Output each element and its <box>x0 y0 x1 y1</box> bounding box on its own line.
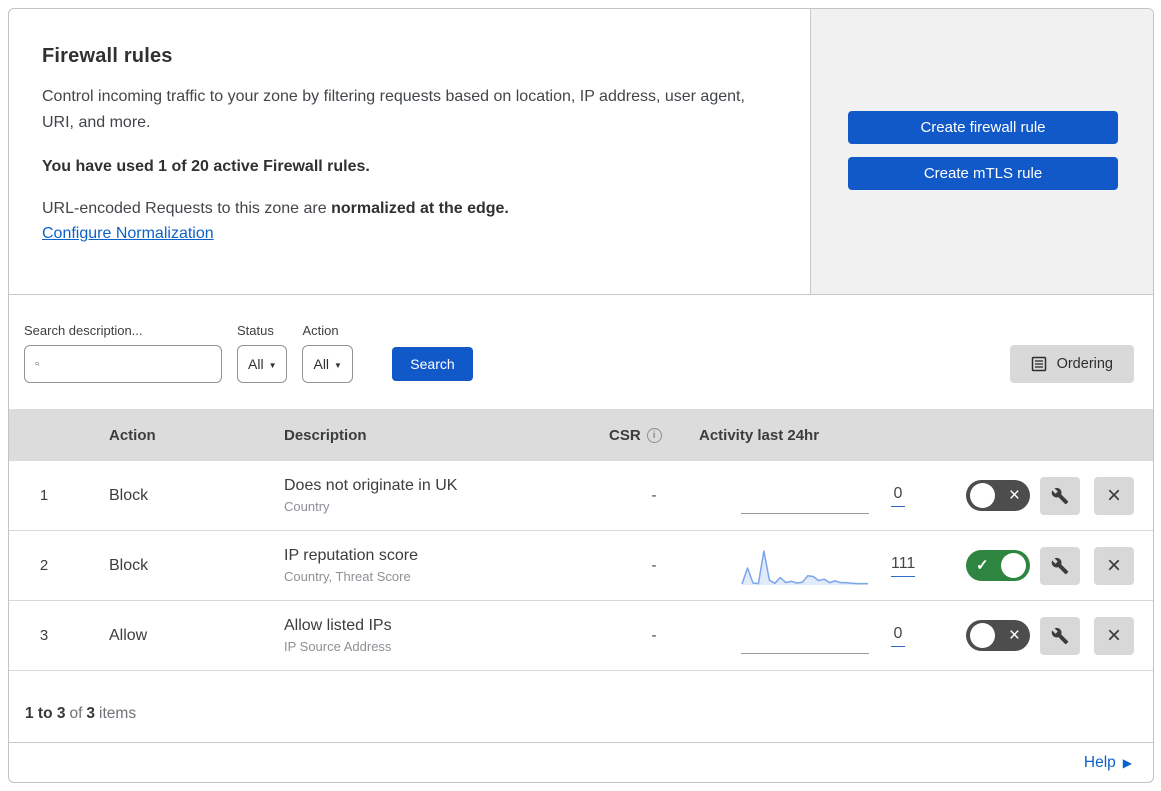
wrench-icon <box>1051 487 1069 504</box>
action-dropdown-value: All <box>313 356 330 372</box>
normalization-note-text: URL-encoded Requests to this zone are <box>42 200 332 217</box>
toggle-state-icon <box>1003 486 1026 505</box>
info-icon[interactable]: i <box>646 427 662 443</box>
wrench-icon <box>1051 627 1069 644</box>
pagination-range: 1 to 3 <box>25 704 66 722</box>
toggle-state-icon <box>1003 626 1026 645</box>
pagination-items: items <box>99 704 137 722</box>
rule-enable-toggle[interactable] <box>966 620 1030 651</box>
edit-rule-button[interactable] <box>1040 546 1080 585</box>
table-row: 2 Block IP reputation score Country, Thr… <box>9 531 1153 601</box>
help-bar: Help ▶ <box>9 743 1153 782</box>
status-group: Status All ▼ <box>237 323 288 383</box>
toggle-knob <box>1001 553 1026 578</box>
delete-rule-button[interactable]: × <box>1094 616 1134 655</box>
delete-rule-button[interactable]: × <box>1094 476 1134 515</box>
overview-text: Firewall rules Control incoming traffic … <box>9 9 810 294</box>
wrench-icon <box>1051 557 1069 574</box>
rule-fields: Country <box>284 499 330 514</box>
table-row: 1 Block Does not originate in UK Country… <box>9 461 1153 531</box>
rule-description: Does not originate in UK <box>284 477 458 494</box>
help-link-label: Help <box>1083 753 1116 771</box>
help-link[interactable]: Help ▶ <box>1084 754 1132 772</box>
search-button[interactable]: Search <box>391 347 473 381</box>
search-label: Search description... <box>24 323 143 338</box>
table-header: Action Description CSR i Activity last 2… <box>9 409 1153 461</box>
rule-action: Block <box>109 556 149 574</box>
activity-sparkline <box>741 543 869 589</box>
usage-summary: You have used 1 of 20 active Firewall ru… <box>42 158 370 175</box>
list-document-icon <box>1031 356 1046 372</box>
activity-column-header: Activity last 24hr <box>699 426 820 444</box>
status-dropdown[interactable]: All ▼ <box>237 345 288 383</box>
action-dropdown[interactable]: All ▼ <box>302 345 353 383</box>
close-icon: × <box>1106 551 1121 579</box>
table-row: 3 Allow Allow listed IPs IP Source Addre… <box>9 601 1153 671</box>
arrow-right-icon: ▶ <box>1122 755 1132 770</box>
rule-description: IP reputation score <box>284 547 419 564</box>
activity-count-link[interactable]: 0 <box>891 485 905 507</box>
search-box <box>24 345 222 383</box>
filter-bar: Search description... Status All ▼ Actio… <box>9 295 1153 409</box>
activity-sparkline-empty <box>741 473 869 519</box>
configure-normalization-link[interactable]: Configure Normalization <box>42 225 214 243</box>
activity-count-link[interactable]: 111 <box>891 555 916 577</box>
rule-activity-cell: 0 × <box>699 473 1153 519</box>
search-input[interactable] <box>40 346 221 382</box>
csr-column-header: CSR i <box>609 427 699 444</box>
rule-csr: - <box>651 627 657 644</box>
overview-section: Firewall rules Control incoming traffic … <box>9 9 1153 295</box>
rule-action: Allow <box>109 626 148 644</box>
chevron-down-icon: ▼ <box>334 360 342 370</box>
rule-fields: IP Source Address <box>284 639 392 654</box>
create-firewall-rule-button[interactable]: Create firewall rule <box>848 111 1118 144</box>
delete-rule-button[interactable]: × <box>1094 546 1134 585</box>
rule-enable-toggle[interactable] <box>966 550 1030 581</box>
search-group: Search description... <box>24 323 222 383</box>
ordering-button-label: Ordering <box>1056 356 1113 372</box>
status-dropdown-value: All <box>248 356 264 372</box>
pagination-status: 1 to 3 of 3 items <box>9 671 1153 743</box>
close-icon: × <box>1106 621 1121 649</box>
toggle-knob <box>970 623 995 648</box>
action-column-header: Action <box>109 426 156 444</box>
rule-activity-cell: 111 × <box>699 543 1153 589</box>
edit-rule-button[interactable] <box>1040 616 1080 655</box>
page-title: Firewall rules <box>42 45 173 67</box>
rule-description-cell: Does not originate in UK Country <box>284 477 609 514</box>
csr-header-label: CSR <box>609 426 641 444</box>
rule-priority: 1 <box>39 487 49 504</box>
rule-action: Block <box>109 486 149 504</box>
rule-csr: - <box>651 487 657 504</box>
firewall-rules-card: Firewall rules Control incoming traffic … <box>8 8 1154 783</box>
action-group: Action All ▼ <box>302 323 353 383</box>
pagination-total: 3 <box>86 704 96 722</box>
rule-csr: - <box>651 557 657 574</box>
toggle-state-icon <box>970 558 995 574</box>
rule-description-cell: Allow listed IPs IP Source Address <box>284 617 609 654</box>
action-label: Action <box>302 323 339 338</box>
rule-priority: 2 <box>39 557 49 574</box>
activity-sparkline-empty <box>741 613 869 659</box>
toggle-knob <box>970 483 995 508</box>
rule-priority: 3 <box>39 627 49 644</box>
activity-count-link[interactable]: 0 <box>891 625 905 647</box>
rule-description-cell: IP reputation score Country, Threat Scor… <box>284 547 609 584</box>
rule-activity-cell: 0 × <box>699 613 1153 659</box>
rule-fields: Country, Threat Score <box>284 569 411 584</box>
close-icon: × <box>1106 481 1121 509</box>
actions-panel: Create firewall rule Create mTLS rule <box>810 9 1153 294</box>
page-description: Control incoming traffic to your zone by… <box>42 88 745 131</box>
edit-rule-button[interactable] <box>1040 476 1080 515</box>
ordering-button[interactable]: Ordering <box>1009 345 1134 383</box>
normalization-note-bold: normalized at the edge. <box>331 200 509 217</box>
normalization-note: URL-encoded Requests to this zone are no… <box>42 200 770 218</box>
rule-enable-toggle[interactable] <box>966 480 1030 511</box>
description-column-header: Description <box>284 426 367 444</box>
create-mtls-rule-button[interactable]: Create mTLS rule <box>848 157 1118 190</box>
chevron-down-icon: ▼ <box>268 360 277 370</box>
status-label: Status <box>237 323 274 338</box>
pagination-of: of <box>69 704 83 722</box>
rule-description: Allow listed IPs <box>284 617 392 634</box>
